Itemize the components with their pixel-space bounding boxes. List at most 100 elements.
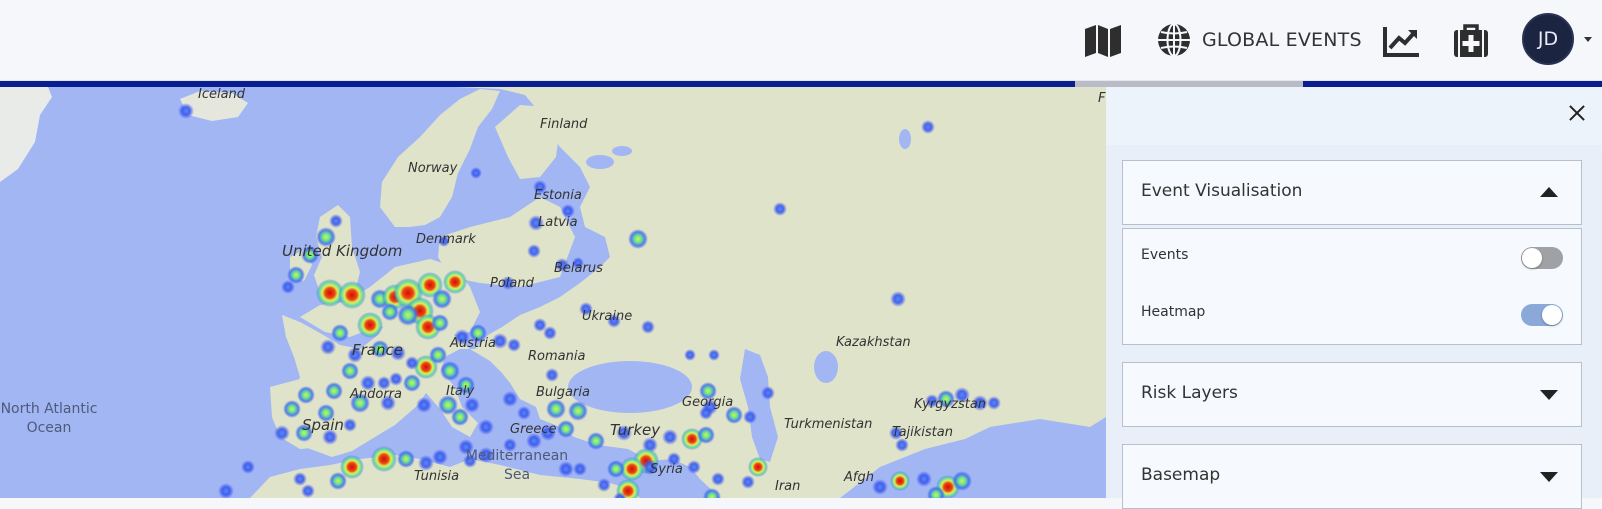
heatmap-spot <box>432 449 448 465</box>
toggle-knob <box>1522 248 1542 268</box>
heatmap-spot <box>937 390 955 408</box>
heatmap-spot <box>587 432 605 450</box>
heatmap-spot <box>568 401 588 421</box>
heatmap-spot <box>748 457 768 477</box>
heatmap-spot <box>218 483 234 498</box>
heatmap-toggle[interactable] <box>1521 304 1563 326</box>
trend-chart-icon[interactable] <box>1382 22 1422 60</box>
heatmap-spot <box>341 362 359 380</box>
heatmap-spot <box>916 471 932 487</box>
heatmap-spot <box>347 347 363 363</box>
risk-layers-header[interactable]: Risk Layers <box>1122 362 1582 427</box>
heatmap-spot <box>703 488 721 498</box>
heatmap-spot <box>320 339 336 355</box>
heatmap-spot <box>454 329 470 345</box>
heatmap-spot <box>507 338 521 352</box>
heatmap-spot <box>416 397 432 413</box>
heatmap-spot <box>317 404 335 422</box>
heatmap-spot <box>555 258 569 272</box>
heatmap-spot <box>458 439 474 455</box>
chevron-down-icon <box>1540 390 1558 400</box>
heatmap-spot <box>451 408 469 426</box>
heatmap-spot <box>921 120 935 134</box>
heatmap-spot <box>987 396 1001 410</box>
heatmap-spot <box>889 426 903 440</box>
heatmap-spot <box>297 386 315 404</box>
heatmap-spot <box>503 438 517 452</box>
heatmap-spot <box>438 235 450 247</box>
heatmap-spot <box>895 438 909 452</box>
heatmap-spot <box>329 472 347 490</box>
heatmap-spot <box>301 246 319 264</box>
heatmap-spot <box>293 472 307 486</box>
heatmap-spot <box>741 475 755 489</box>
chevron-down-icon <box>1540 472 1558 482</box>
heatmap-spot <box>377 376 391 390</box>
heatmap-spot <box>708 349 720 361</box>
top-navigation-bar: GLOBAL EVENTS JD <box>0 0 1602 81</box>
close-icon[interactable] <box>1567 103 1587 123</box>
heatmap-spot <box>543 326 557 340</box>
heatmap-spot <box>322 429 338 445</box>
heatmap-spot <box>699 406 713 420</box>
heatmap-spot <box>546 399 566 419</box>
heatmap-spot <box>397 450 415 468</box>
heatmap-spot <box>773 202 787 216</box>
user-initials: JD <box>1537 28 1559 50</box>
events-toggle[interactable] <box>1521 247 1563 269</box>
heatmap-spot <box>687 460 701 474</box>
heatmap-spot <box>316 227 336 247</box>
heatmap-spot <box>501 276 515 290</box>
basemap-title: Basemap <box>1141 465 1221 485</box>
heatmap-spot <box>381 303 399 321</box>
caret-down-icon[interactable] <box>1584 37 1592 42</box>
heatmap-spot <box>478 447 494 463</box>
event-visualisation-header[interactable]: Event Visualisation <box>1122 160 1582 225</box>
heatmap-spot <box>329 214 343 228</box>
heatmap-spot <box>925 394 939 408</box>
heatmap-spot <box>528 215 544 231</box>
heatmap-layer <box>178 103 1001 498</box>
heatmap-spot <box>431 314 449 332</box>
chevron-up-icon <box>1540 187 1558 197</box>
heatmap-spot <box>711 472 725 486</box>
user-avatar[interactable]: JD <box>1522 13 1574 65</box>
heatmap-spot <box>540 425 556 441</box>
heatmap-spot <box>697 426 715 444</box>
heatmap-spot <box>558 461 574 477</box>
basemap-header[interactable]: Basemap <box>1122 444 1582 509</box>
heatmap-spot <box>380 395 396 411</box>
heatmap-spot <box>761 386 775 400</box>
heatmap-spot <box>545 368 559 382</box>
heatmap-spot <box>429 346 447 364</box>
heatmap-spot <box>418 455 434 471</box>
heatmap-spot <box>371 340 389 358</box>
heatmap-spot <box>561 204 575 218</box>
heatmap-spot <box>517 406 531 420</box>
panel-header <box>1106 87 1602 145</box>
heatmap-spot <box>390 345 406 361</box>
global-events-nav[interactable]: GLOBAL EVENTS <box>1156 20 1362 60</box>
heatmap-spot <box>872 479 888 495</box>
heatmap-spot <box>972 395 988 411</box>
heatmap-spot <box>502 391 518 407</box>
heatmap-spot <box>357 312 383 338</box>
heatmap-spot <box>628 229 648 249</box>
heatmap-spot <box>743 410 757 424</box>
heatmap-spot <box>662 429 678 445</box>
heatmap-spot <box>572 257 584 269</box>
heatmap-spot <box>463 454 477 468</box>
events-label: Events <box>1141 247 1189 263</box>
toggle-knob <box>1542 305 1562 325</box>
heatmap-spot <box>492 333 508 349</box>
medical-kit-icon[interactable] <box>1451 22 1491 60</box>
heatmap-spot <box>343 418 357 432</box>
heatmap-spot <box>470 167 482 179</box>
heatmap-spot <box>469 324 487 342</box>
heatmap-spot <box>573 462 587 476</box>
map-icon[interactable] <box>1083 22 1123 60</box>
heatmap-spot <box>432 289 452 309</box>
heatmap-spot <box>241 460 255 474</box>
map-view[interactable]: Iceland Finland Norway Estonia Latvia Un… <box>0 87 1106 498</box>
heatmap-spot <box>557 420 575 438</box>
